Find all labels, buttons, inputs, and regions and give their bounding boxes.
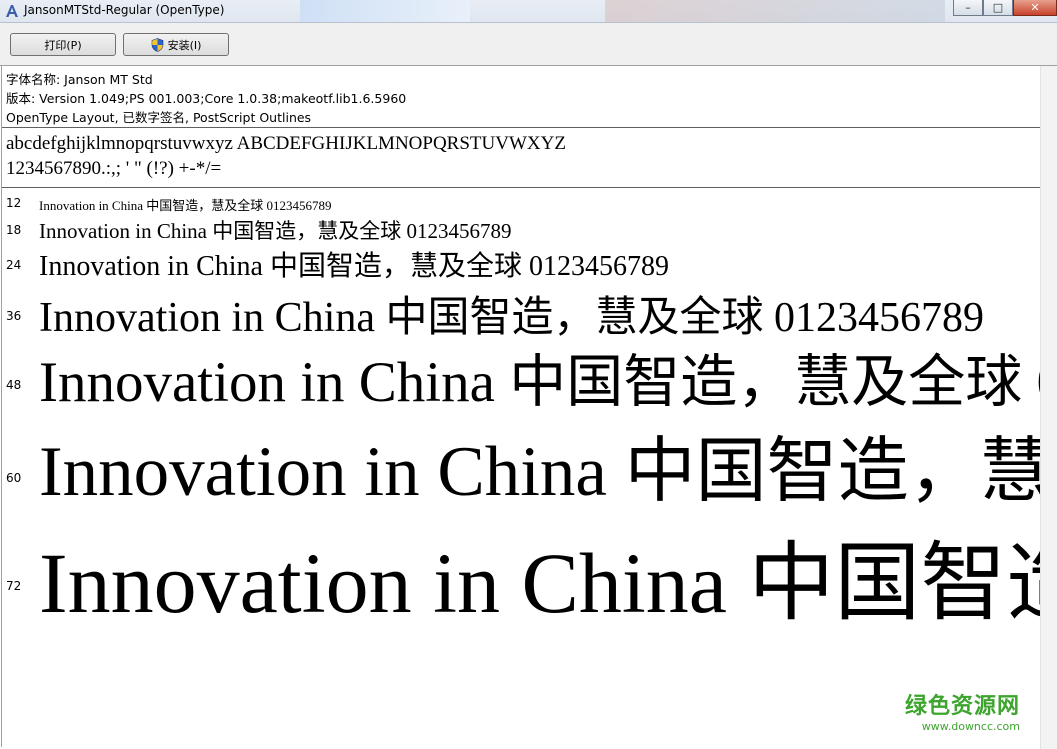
font-info: 字体名称: Janson MT Std 版本: Version 1.049;PS… (6, 70, 406, 127)
sample-text: Innovation in China 中国智造，慧及全球 0123456789 (39, 219, 512, 242)
font-version-line: 版本: Version 1.049;PS 001.003;Core 1.0.38… (6, 91, 407, 106)
sample-size-label: 12 (6, 196, 22, 210)
sample-size-label: 72 (6, 579, 22, 593)
uac-shield-icon (151, 37, 163, 52)
sample-text: Innovation in China 中国智造，慧及全球 0123456789 (39, 433, 1042, 508)
font-features-line: OpenType Layout, 已数字签名, PostScript Outli… (6, 110, 312, 125)
title-bar[interactable]: JansonMTStd-Regular (OpenType) – □ ✕ (0, 0, 1057, 23)
font-viewer-window: JansonMTStd-Regular (OpenType) – □ ✕ 打印(… (0, 0, 1057, 749)
sample-size-label: 24 (6, 258, 22, 272)
sample-text: Innovation in China 中国智造，慧及全球 0123456789 (39, 198, 332, 213)
print-button-label: 打印(P) (44, 38, 82, 52)
sample-size-label: 48 (6, 378, 22, 392)
sample-row: 18 Innovation in China 中国智造，慧及全球 0123456… (2, 214, 1042, 242)
sample-text: Innovation in China 中国智造，慧及全球 0123456789 (39, 535, 1042, 628)
maximize-button[interactable]: □ (983, 0, 1013, 16)
sample-text: Innovation in China 中国智造，慧及全球 0123456789 (39, 295, 984, 336)
sample-row: 60 Innovation in China 中国智造，慧及全球 0123456… (2, 408, 1042, 508)
divider (2, 127, 1042, 128)
sample-size-label: 36 (6, 309, 22, 323)
font-preview-pane: 字体名称: Janson MT Std 版本: Version 1.049;PS… (1, 66, 1042, 747)
divider (2, 187, 1042, 188)
sample-text: Innovation in China 中国智造，慧及全球 0123456789 (39, 251, 669, 280)
sample-size-label: 18 (6, 223, 22, 237)
window-title: JansonMTStd-Regular (OpenType) (24, 3, 225, 17)
print-button[interactable]: 打印(P) (10, 33, 116, 56)
install-button-label: 安装(I) (167, 38, 202, 52)
window-controls: – □ ✕ (953, 0, 1057, 22)
close-button[interactable]: ✕ (1013, 0, 1057, 16)
charset-letters: abcdefghijklmnopqrstuvwxyz ABCDEFGHIJKLM… (6, 133, 566, 154)
toolbar: 打印(P) 安装(I) (0, 23, 1057, 66)
charset-digits: 1234567890.:,; ' " (!?) +-*/= (6, 158, 222, 179)
watermark: 绿色资源网 www.downcc.com (905, 688, 1020, 733)
sample-size-label: 60 (6, 471, 22, 485)
background-window-strip (300, 0, 470, 22)
sample-row: 12 Innovation in China 中国智造，慧及全球 0123456… (2, 192, 1042, 214)
font-file-icon (6, 5, 18, 17)
sample-row: 48 Innovation in China 中国智造，慧及全球 0123456… (2, 336, 1042, 408)
sample-row: 36 Innovation in China 中国智造，慧及全球 0123456… (2, 280, 1042, 336)
sample-row: 72 Innovation in China 中国智造，慧及全球 0123456… (2, 508, 1042, 628)
watermark-url: www.downcc.com (921, 720, 1020, 733)
background-window-strip (605, 0, 945, 22)
font-name-line: 字体名称: Janson MT Std (6, 72, 153, 87)
sample-text: Innovation in China 中国智造，慧及全球 0123456789 (39, 351, 1042, 408)
install-button[interactable]: 安装(I) (123, 33, 229, 56)
minimize-button[interactable]: – (953, 0, 983, 16)
vertical-scrollbar[interactable] (1040, 66, 1057, 749)
sample-row: 24 Innovation in China 中国智造，慧及全球 0123456… (2, 242, 1042, 280)
watermark-brand: 绿色资源网 (904, 694, 1020, 719)
